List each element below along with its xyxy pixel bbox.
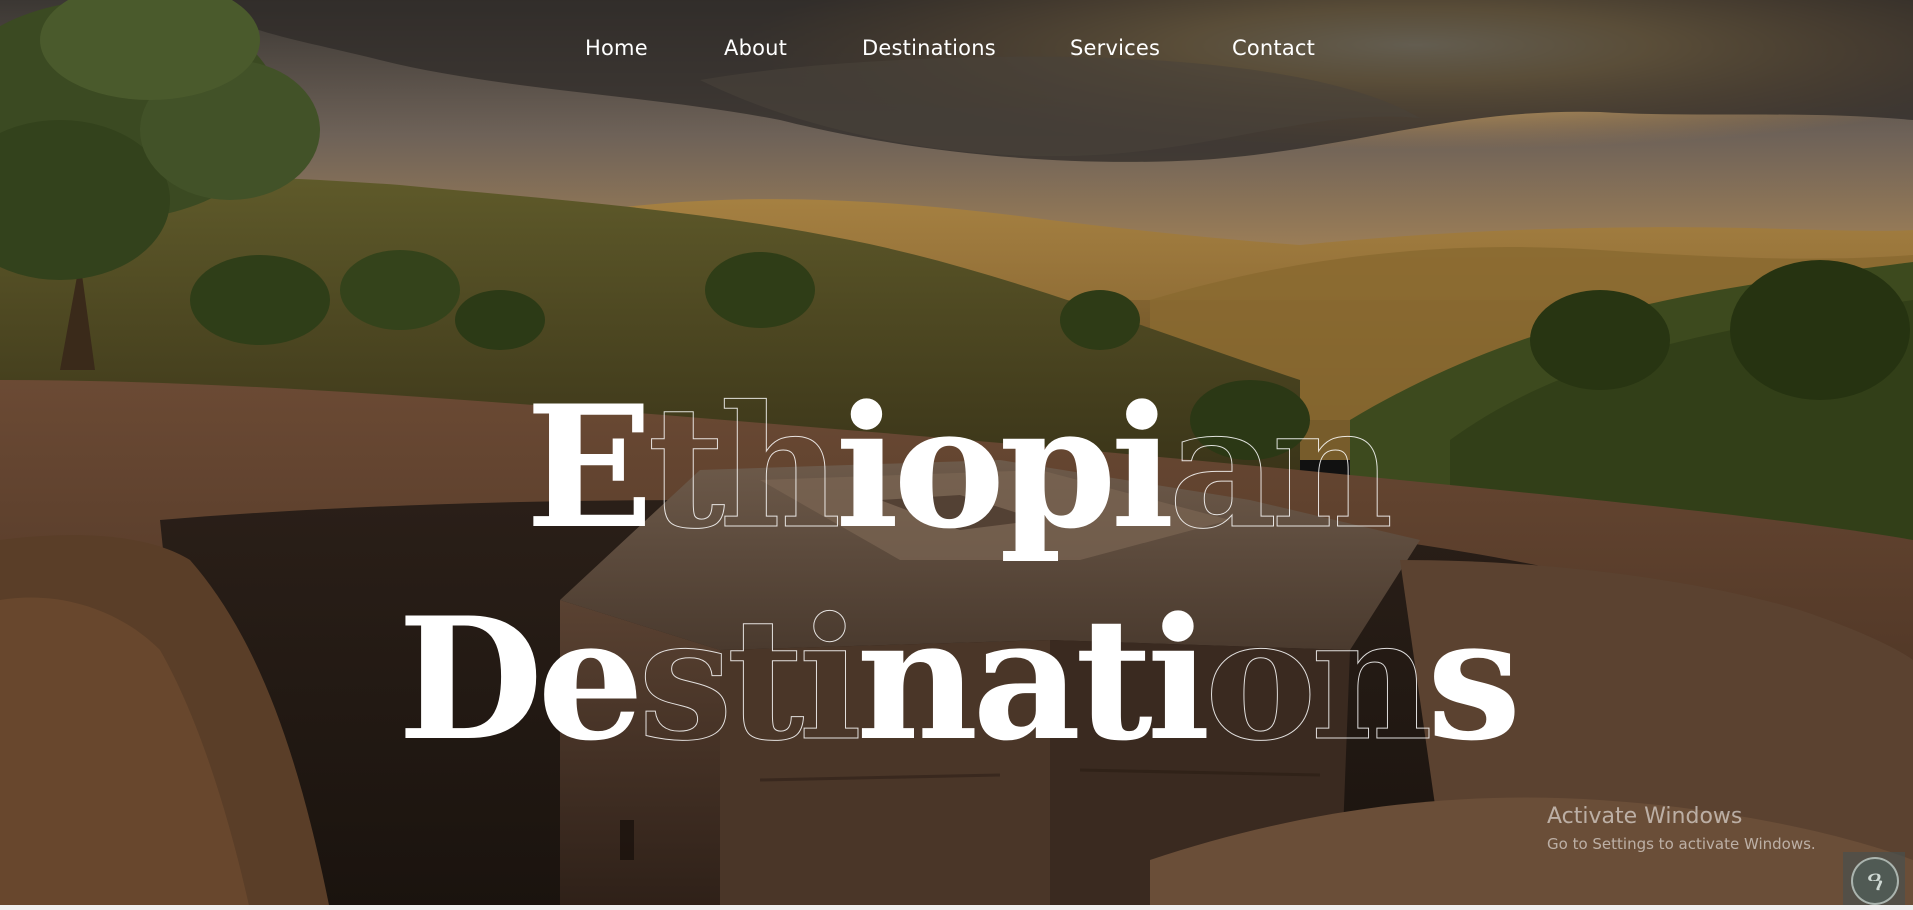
title-letter: o — [893, 367, 1005, 566]
activate-windows-watermark: Activate Windows Go to Settings to activ… — [1547, 804, 1816, 853]
title-letter: D — [397, 579, 544, 778]
nav-link-destinations[interactable]: Destinations — [862, 36, 996, 60]
hero-section: Home About Destinations Services Contact… — [0, 0, 1913, 910]
title-letter: n — [856, 579, 978, 778]
bottom-edge-strip — [0, 905, 1913, 910]
nav-link-home[interactable]: Home — [585, 36, 648, 60]
hero-title-line-1: Ethiopian — [0, 367, 1913, 566]
watermark-title: Activate Windows — [1547, 804, 1743, 829]
title-letter: p — [999, 367, 1116, 566]
title-letter: i — [798, 579, 863, 778]
chat-widget-icon: ዓ — [1851, 857, 1899, 905]
floating-chat-widget[interactable]: ዓ — [1843, 852, 1905, 908]
nav-link-about[interactable]: About — [724, 36, 787, 60]
title-letter: o — [1204, 579, 1317, 778]
main-nav: Home About Destinations Services Contact — [0, 36, 1913, 66]
title-letter: i — [835, 367, 899, 566]
watermark-subtitle: Go to Settings to activate Windows. — [1547, 835, 1816, 853]
nav-link-contact[interactable]: Contact — [1232, 36, 1315, 60]
title-letter: s — [1426, 579, 1522, 778]
title-letter: i — [1110, 367, 1175, 566]
title-letter: t — [726, 579, 805, 778]
title-letter: t — [647, 367, 726, 566]
title-letter: a — [1168, 367, 1278, 566]
title-letter: E — [525, 367, 653, 566]
hero-title-line-2: Destinations — [0, 579, 1913, 778]
title-letter: s — [638, 579, 734, 778]
title-letter: n — [1271, 367, 1394, 566]
nav-link-services[interactable]: Services — [1070, 36, 1160, 60]
title-letter: t — [1075, 579, 1153, 778]
title-letter: i — [1146, 579, 1211, 778]
title-letter: e — [537, 579, 644, 778]
title-letter: a — [972, 579, 1081, 778]
title-letter: n — [1310, 579, 1433, 778]
title-letter: h — [719, 367, 842, 566]
